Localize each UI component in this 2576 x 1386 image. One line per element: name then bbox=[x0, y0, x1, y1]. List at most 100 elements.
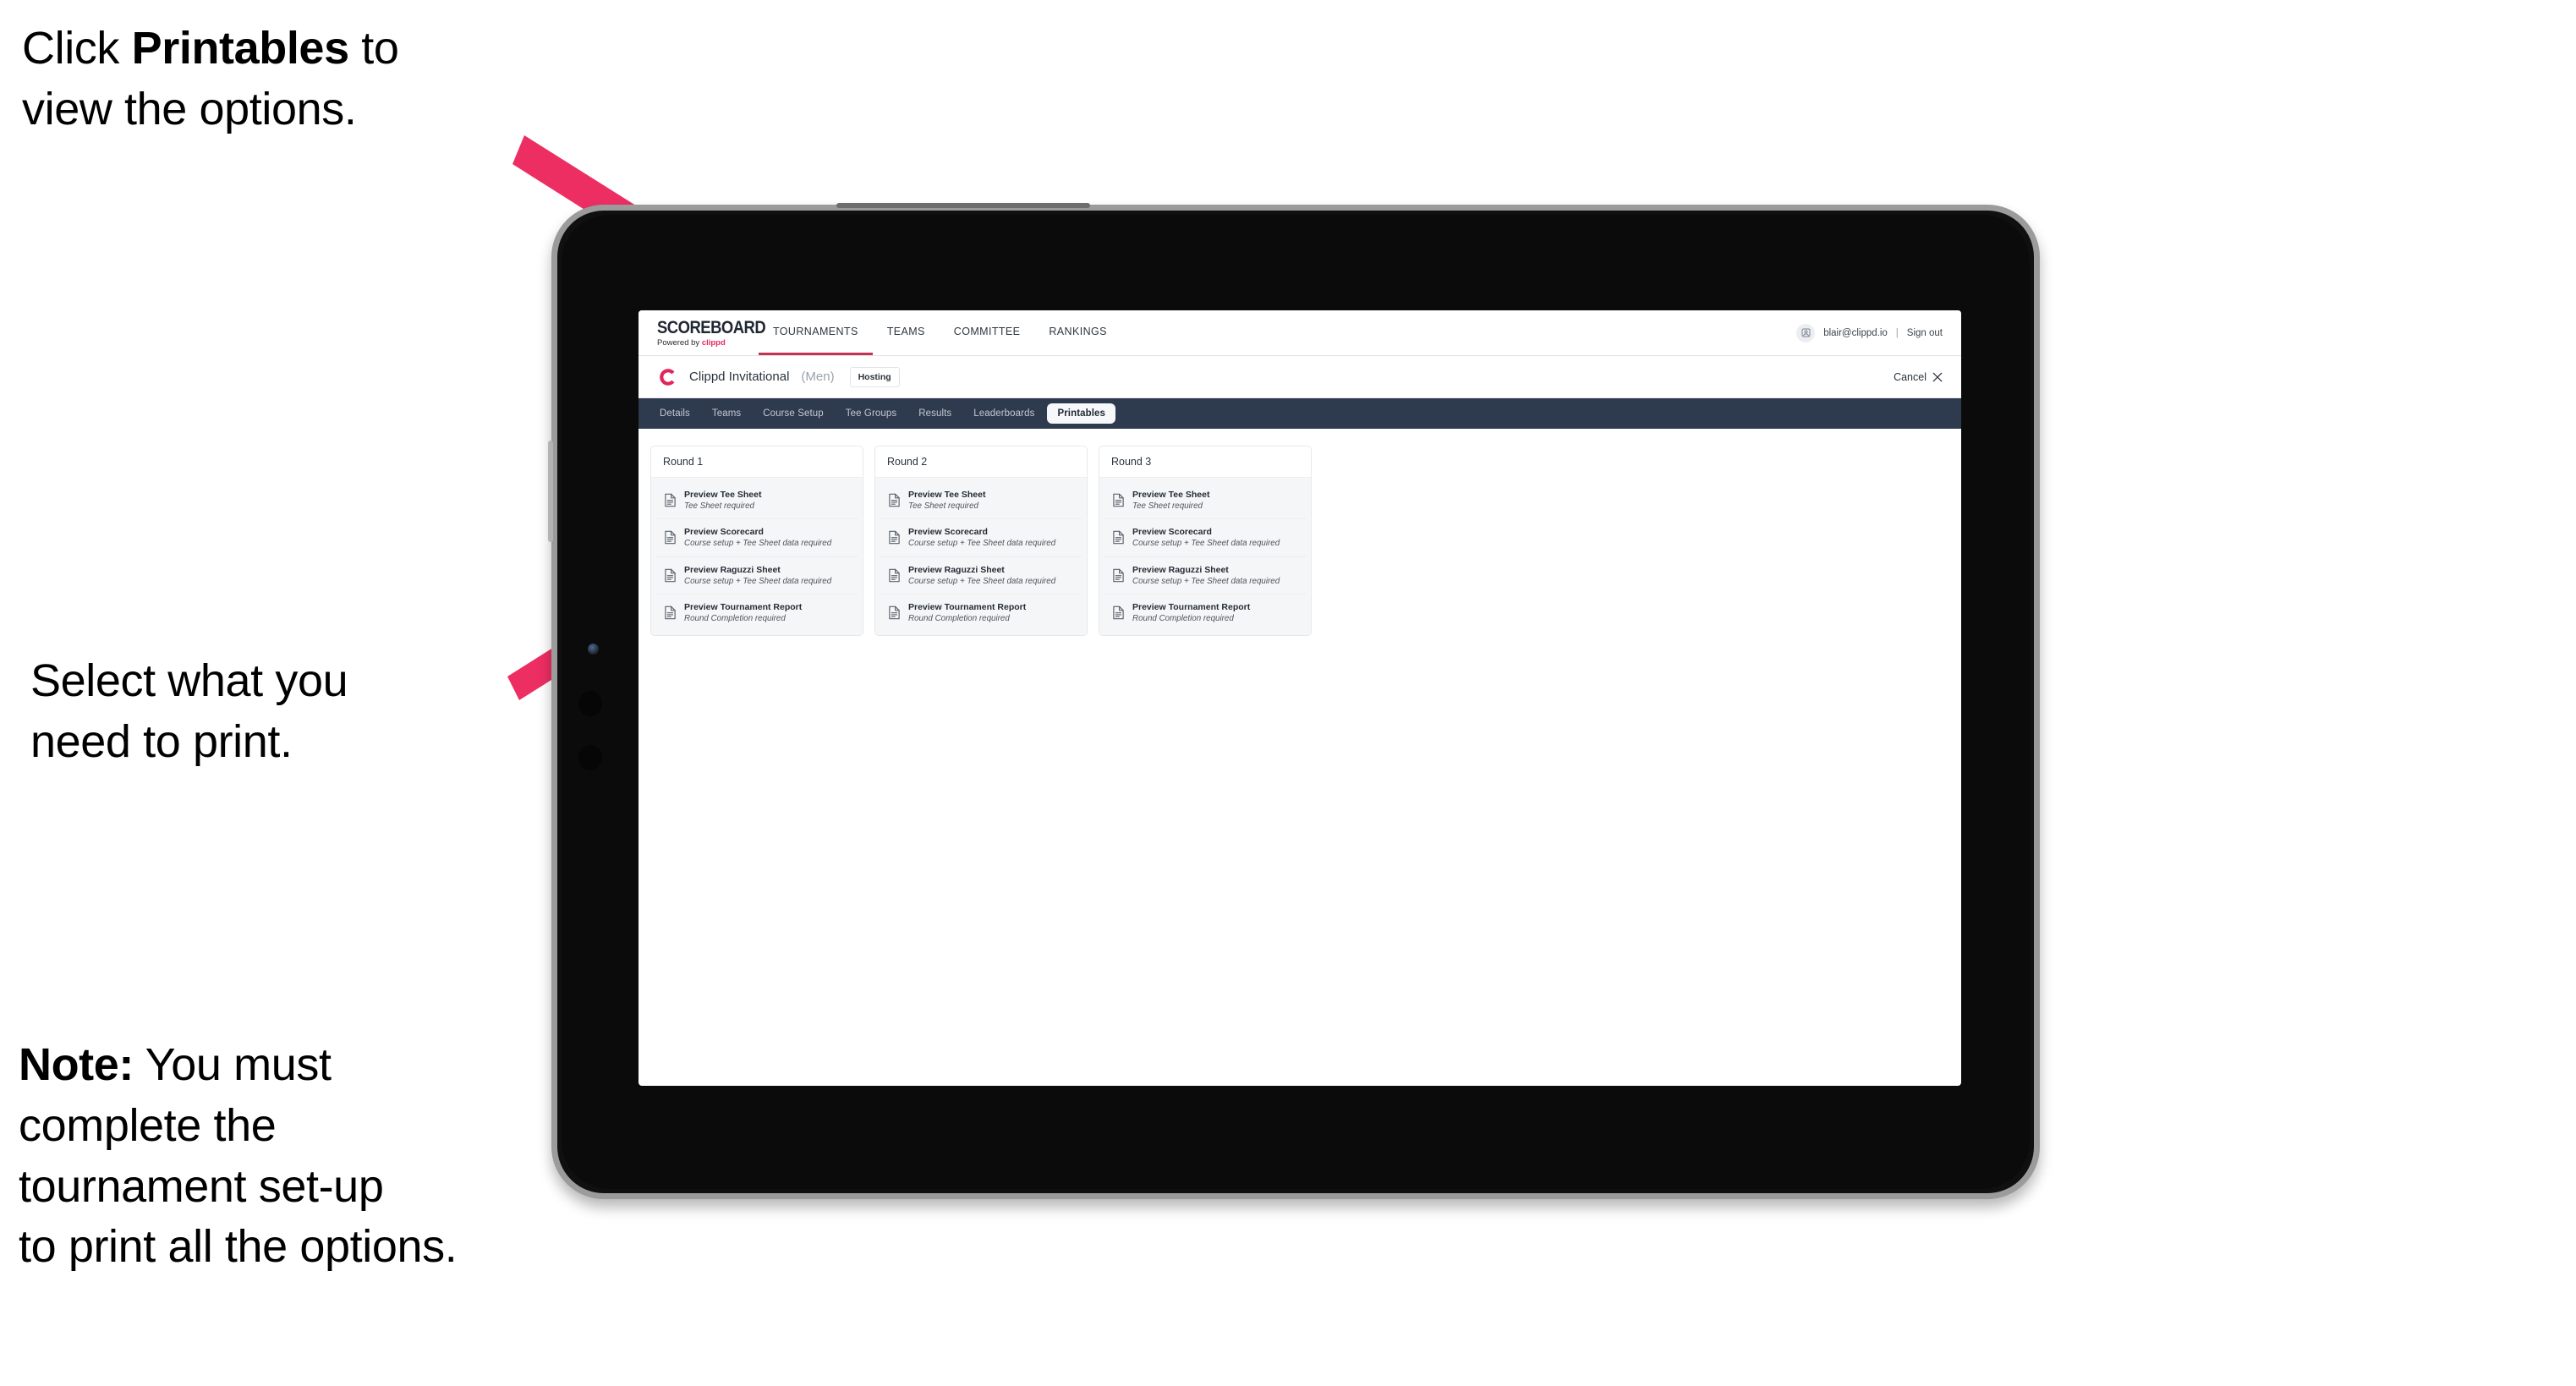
printable-item[interactable]: Preview Raguzzi Sheet Course setup + Tee … bbox=[655, 556, 858, 594]
printable-item-requirement: Course setup + Tee Sheet data required bbox=[1132, 539, 1280, 549]
printable-item-requirement: Round Completion required bbox=[684, 614, 786, 624]
printable-item-title: Preview Scorecard bbox=[908, 527, 988, 538]
annotation-step-2: Select what you need to print. bbox=[30, 655, 348, 767]
tab-teams[interactable]: Teams bbox=[703, 404, 750, 423]
tournament-header: Clippd Invitational (Men) Hosting Cancel bbox=[639, 356, 1961, 398]
printable-item-title: Preview Tournament Report bbox=[1132, 601, 1251, 612]
round-items-list: Preview Tee Sheet Tee Sheet required Previ… bbox=[1099, 478, 1311, 636]
printable-item-title: Preview Scorecard bbox=[1132, 527, 1212, 538]
powered-by-text: Powered by bbox=[657, 337, 702, 348]
printable-item-text: Preview Scorecard Course setup + Tee Shee… bbox=[1132, 527, 1280, 548]
printable-item-text: Preview Tee Sheet Tee Sheet required bbox=[1132, 490, 1209, 511]
printable-item-text: Preview Raguzzi Sheet Course setup + Tee … bbox=[1132, 565, 1280, 586]
cancel-button[interactable]: Cancel bbox=[1894, 371, 1943, 383]
round-title: Round 1 bbox=[651, 446, 863, 478]
printable-item[interactable]: Preview Tournament Report Round Completio… bbox=[655, 594, 858, 632]
printable-item[interactable]: Preview Tournament Report Round Completio… bbox=[1104, 594, 1307, 632]
printable-item-requirement: Course setup + Tee Sheet data required bbox=[684, 539, 832, 549]
tablet-speaker-hole-2 bbox=[578, 745, 602, 770]
printable-item-title: Preview Tee Sheet bbox=[908, 490, 986, 500]
top-nav-links: TOURNAMENTS TEAMS COMMITTEE RANKINGS bbox=[759, 310, 1121, 355]
printable-item-requirement: Tee Sheet required bbox=[684, 501, 754, 512]
printable-item-text: Preview Tournament Report Round Completio… bbox=[1132, 602, 1250, 623]
sign-out-link[interactable]: Sign out bbox=[1907, 328, 1943, 338]
tablet-volume-button[interactable] bbox=[548, 441, 553, 542]
nav-separator: | bbox=[1895, 327, 1899, 338]
document-icon bbox=[1112, 605, 1125, 620]
brand-logo[interactable]: SCOREBOARD Powered by clippd bbox=[639, 310, 766, 355]
printable-item-requirement: Tee Sheet required bbox=[908, 501, 978, 512]
round-card: Round 2 Preview Tee Sheet Tee Sheet requir… bbox=[874, 446, 1088, 637]
document-icon bbox=[664, 530, 677, 545]
printable-item-text: Preview Tournament Report Round Completio… bbox=[684, 602, 802, 623]
brand-wordmark: SCOREBOARD bbox=[657, 317, 766, 337]
printable-item[interactable]: Preview Raguzzi Sheet Course setup + Tee … bbox=[1104, 556, 1307, 594]
document-icon bbox=[888, 568, 901, 583]
brand-powered-by: Powered by clippd bbox=[657, 339, 759, 348]
annotation-bold-printables: Printables bbox=[131, 23, 349, 74]
document-icon bbox=[664, 568, 677, 583]
printable-item-requirement: Round Completion required bbox=[908, 614, 1010, 624]
document-icon bbox=[888, 605, 901, 620]
status-badge: Hosting bbox=[849, 366, 900, 387]
nav-link-committee[interactable]: COMMITTEE bbox=[940, 310, 1035, 355]
printable-item[interactable]: Preview Scorecard Course setup + Tee Shee… bbox=[880, 519, 1082, 557]
printable-item[interactable]: Preview Tournament Report Round Completio… bbox=[880, 594, 1082, 632]
user-email-label: blair@clippd.io bbox=[1823, 327, 1888, 338]
document-icon bbox=[888, 530, 901, 545]
printable-item-text: Preview Tee Sheet Tee Sheet required bbox=[684, 490, 761, 511]
app-viewport: SCOREBOARD Powered by clippd TOURNAMENTS… bbox=[639, 310, 1961, 1086]
clippd-logo-icon bbox=[657, 367, 677, 387]
rounds-container: Round 1 Preview Tee Sheet Tee Sheet requir… bbox=[639, 429, 1961, 637]
printable-item-title: Preview Raguzzi Sheet bbox=[1132, 564, 1229, 575]
printable-item-text: Preview Tee Sheet Tee Sheet required bbox=[908, 490, 985, 511]
tab-details[interactable]: Details bbox=[650, 404, 699, 423]
nav-link-tournaments[interactable]: TOURNAMENTS bbox=[759, 310, 873, 355]
tab-results[interactable]: Results bbox=[909, 404, 961, 423]
document-icon bbox=[1112, 530, 1125, 545]
printable-item-requirement: Course setup + Tee Sheet data required bbox=[1132, 576, 1280, 586]
tab-printables[interactable]: Printables bbox=[1047, 403, 1116, 424]
page-root: Click Printables to view the options. Se… bbox=[0, 0, 2576, 1386]
printable-item-text: Preview Raguzzi Sheet Course setup + Tee … bbox=[684, 565, 831, 586]
camera-icon bbox=[588, 644, 599, 655]
document-icon bbox=[664, 605, 677, 620]
annotation-bold-note: Note: bbox=[19, 1039, 134, 1090]
printable-item[interactable]: Preview Raguzzi Sheet Course setup + Tee … bbox=[880, 556, 1082, 594]
annotation-step-1: Click Printables to view the options. bbox=[22, 23, 399, 134]
printable-item-requirement: Course setup + Tee Sheet data required bbox=[684, 576, 832, 586]
printable-item[interactable]: Preview Tee Sheet Tee Sheet required bbox=[1104, 482, 1307, 520]
clippd-brand-text: clippd bbox=[701, 337, 726, 348]
printable-item-requirement: Course setup + Tee Sheet data required bbox=[908, 539, 1056, 549]
round-title: Round 2 bbox=[875, 446, 1087, 478]
printable-item-text: Preview Raguzzi Sheet Course setup + Tee … bbox=[908, 565, 1055, 586]
printable-item[interactable]: Preview Tee Sheet Tee Sheet required bbox=[880, 482, 1082, 520]
nav-link-rankings[interactable]: RANKINGS bbox=[1034, 310, 1121, 355]
round-items-list: Preview Tee Sheet Tee Sheet required Previ… bbox=[651, 478, 863, 636]
tab-tee-groups[interactable]: Tee Groups bbox=[836, 404, 906, 423]
nav-link-teams[interactable]: TEAMS bbox=[873, 310, 940, 355]
tablet-device-frame: SCOREBOARD Powered by clippd TOURNAMENTS… bbox=[548, 203, 2040, 1199]
printable-item-title: Preview Tee Sheet bbox=[1132, 490, 1210, 500]
user-avatar-icon[interactable] bbox=[1796, 323, 1816, 342]
printable-item-title: Preview Raguzzi Sheet bbox=[908, 564, 1005, 575]
printable-item-requirement: Course setup + Tee Sheet data required bbox=[908, 576, 1056, 586]
document-icon bbox=[1112, 568, 1125, 583]
round-card: Round 1 Preview Tee Sheet Tee Sheet requir… bbox=[650, 446, 863, 637]
section-tab-strip: Details Teams Course Setup Tee Groups Re… bbox=[639, 398, 1961, 429]
printable-item-title: Preview Scorecard bbox=[684, 527, 764, 538]
printable-item[interactable]: Preview Tee Sheet Tee Sheet required bbox=[655, 482, 858, 520]
tablet-antenna-strip bbox=[836, 203, 1090, 208]
round-card: Round 3 Preview Tee Sheet Tee Sheet requir… bbox=[1099, 446, 1312, 637]
tournament-gender: (Men) bbox=[801, 370, 835, 384]
tab-course-setup[interactable]: Course Setup bbox=[754, 404, 833, 423]
cancel-label: Cancel bbox=[1894, 370, 1927, 383]
printable-item-text: Preview Tournament Report Round Completio… bbox=[908, 602, 1026, 623]
printable-item-title: Preview Tournament Report bbox=[684, 601, 803, 612]
tab-leaderboards[interactable]: Leaderboards bbox=[964, 404, 1044, 423]
printable-item[interactable]: Preview Scorecard Course setup + Tee Shee… bbox=[655, 519, 858, 557]
document-icon bbox=[664, 493, 677, 507]
printable-item[interactable]: Preview Scorecard Course setup + Tee Shee… bbox=[1104, 519, 1307, 557]
printable-item-title: Preview Tournament Report bbox=[908, 601, 1027, 612]
printable-item-title: Preview Tee Sheet bbox=[684, 490, 762, 500]
